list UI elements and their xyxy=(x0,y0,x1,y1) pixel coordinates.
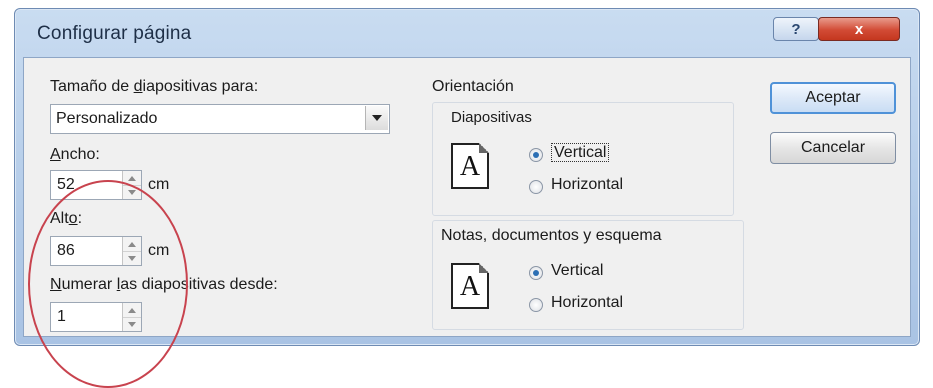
slides-orientation-group: Diapositivas A Vertical Horizontal xyxy=(432,102,734,216)
portrait-page-icon: A xyxy=(451,143,489,189)
start-number-spinner[interactable]: 1 xyxy=(50,302,142,332)
page-icon-letter: A xyxy=(459,151,481,182)
help-icon: ? xyxy=(791,20,801,38)
title-bar[interactable]: Configurar página ? x xyxy=(15,9,919,57)
start-number-decrease-button[interactable] xyxy=(123,317,141,331)
height-increase-button[interactable] xyxy=(123,237,141,252)
notes-horizontal-radio[interactable] xyxy=(529,298,543,312)
height-unit: cm xyxy=(148,242,170,259)
height-spin-buttons xyxy=(122,237,141,265)
start-number-value: 1 xyxy=(57,308,66,325)
notes-orientation-heading: Notas, documentos y esquema xyxy=(441,227,662,244)
arrow-up-icon xyxy=(128,307,136,313)
numbering-label: Numerar las diapositivas desde: xyxy=(50,276,278,293)
chevron-down-icon xyxy=(372,115,382,121)
notes-horizontal-label[interactable]: Horizontal xyxy=(551,294,623,312)
height-label: Alto: xyxy=(50,210,83,227)
slide-size-select[interactable]: Personalizado xyxy=(50,104,390,134)
height-spinner[interactable]: 86 xyxy=(50,236,142,266)
arrow-up-icon xyxy=(128,175,136,181)
slides-vertical-label[interactable]: Vertical xyxy=(551,143,610,162)
dialog-title: Configurar página xyxy=(37,23,192,44)
width-increase-button[interactable] xyxy=(123,171,141,186)
width-label: Ancho: xyxy=(50,146,100,163)
page-icon-letter: A xyxy=(459,271,481,302)
notes-vertical-label[interactable]: Vertical xyxy=(551,262,603,280)
dialog-body: Tamaño de diapositivas para: Personaliza… xyxy=(23,57,911,388)
orientation-heading: Orientación xyxy=(432,78,514,95)
width-value: 52 xyxy=(57,176,75,193)
portrait-page-icon: A xyxy=(451,263,489,309)
cancel-button[interactable]: Cancelar xyxy=(770,132,896,164)
arrow-down-icon xyxy=(128,255,136,261)
notes-vertical-radio[interactable] xyxy=(529,266,543,280)
height-value: 86 xyxy=(57,242,75,259)
start-number-spin-buttons xyxy=(122,303,141,331)
dropdown-button[interactable] xyxy=(365,106,388,130)
notes-orientation-group: Notas, documentos y esquema A Vertical H… xyxy=(432,220,744,330)
slides-horizontal-radio[interactable] xyxy=(529,180,543,194)
slide-size-value: Personalizado xyxy=(56,110,158,127)
slides-vertical-radio[interactable] xyxy=(529,148,543,162)
arrow-down-icon xyxy=(128,321,136,327)
width-decrease-button[interactable] xyxy=(123,185,141,199)
width-spinner[interactable]: 52 xyxy=(50,170,142,200)
width-spin-buttons xyxy=(122,171,141,199)
height-decrease-button[interactable] xyxy=(123,251,141,265)
close-icon: x xyxy=(854,20,864,38)
close-button[interactable]: x xyxy=(818,17,900,41)
start-number-increase-button[interactable] xyxy=(123,303,141,318)
arrow-up-icon xyxy=(128,241,136,247)
slide-size-label: Tamaño de diapositivas para: xyxy=(50,78,259,95)
page-setup-dialog: Configurar página ? x Tamaño de diaposit… xyxy=(14,8,920,388)
width-unit: cm xyxy=(148,176,170,193)
slides-horizontal-label[interactable]: Horizontal xyxy=(551,176,623,194)
arrow-down-icon xyxy=(128,189,136,195)
ok-button[interactable]: Aceptar xyxy=(770,82,896,114)
help-button[interactable]: ? xyxy=(773,17,819,41)
slides-orientation-heading: Diapositivas xyxy=(451,109,532,126)
